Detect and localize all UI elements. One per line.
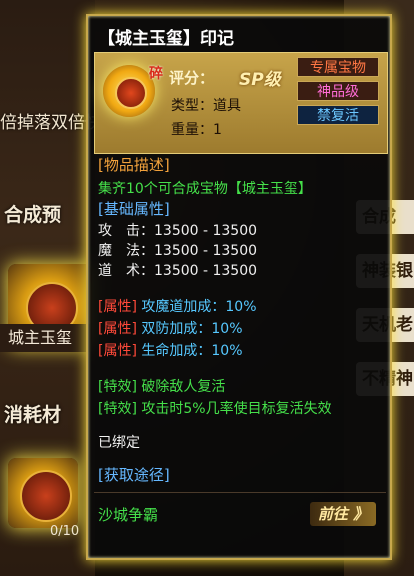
- attr-tag: [属性]: [98, 299, 137, 315]
- attr-line-3: [属性] 生命加成：10%: [98, 340, 243, 360]
- score-value: SP级: [239, 70, 281, 90]
- effect-tag: [特效]: [98, 401, 137, 417]
- attr-value: 攻魔道加成：10%: [141, 299, 257, 315]
- material-count: 0/10: [50, 524, 80, 539]
- attr-line-2: [属性] 双防加成：10%: [98, 318, 243, 338]
- material-icon[interactable]: [8, 458, 78, 528]
- type-line: 类型：道具: [171, 98, 241, 114]
- goto-button[interactable]: 前往 》: [310, 502, 376, 526]
- tag-grade: 神品级: [297, 81, 379, 101]
- effect-value: 破除敌人复活: [141, 379, 226, 395]
- source-name: 沙城争霸: [98, 506, 159, 524]
- desc-text: 集齐10个可合成宝物【城主玉玺】: [98, 181, 312, 197]
- side-item-name: 城主玉玺: [0, 324, 90, 352]
- effect-line-2: [特效] 攻击时5%几率使目标复活失效: [98, 398, 332, 418]
- base-header: [基础属性]: [98, 200, 170, 218]
- attr-taoism: 道 术：13500 - 13500: [98, 263, 258, 279]
- attr-value: 双防加成：10%: [141, 321, 243, 337]
- attr-tag: [属性]: [98, 343, 137, 359]
- weight-line: 重量：1: [171, 122, 222, 138]
- item-tooltip: 【城主玉玺】印记 碎 评分： SP级 类型：道具 重量：1 专属宝物 神品级 禁…: [86, 14, 392, 560]
- tag-exclusive: 专属宝物: [297, 57, 379, 77]
- attr-magic: 魔 法：13500 - 13500: [98, 243, 258, 259]
- attr-tag: [属性]: [98, 321, 137, 337]
- fragment-badge: 碎: [149, 66, 163, 82]
- attr-value: 生命加成：10%: [141, 343, 243, 359]
- scrolling-announcement: 倍掉落双倍快乐！: [0, 113, 136, 133]
- attr-line-1: [属性] 攻魔道加成：10%: [98, 296, 257, 316]
- desc-header: [物品描述]: [98, 156, 170, 174]
- source-header: [获取途径]: [98, 466, 170, 484]
- attr-attack: 攻 击：13500 - 13500: [98, 223, 258, 239]
- hecheng-label: 合成预: [4, 204, 62, 226]
- effect-value: 攻击时5%几率使目标复活失效: [141, 401, 332, 417]
- tooltip-title: 【城主玉玺】印记: [98, 29, 234, 49]
- score-label: 评分：: [169, 69, 215, 87]
- divider: [94, 492, 386, 493]
- item-icon: [103, 65, 155, 117]
- item-header: 碎 评分： SP级 类型：道具 重量：1 专属宝物 神品级 禁复活: [94, 52, 388, 154]
- tag-no-revive: 禁复活: [297, 105, 379, 125]
- effect-line-1: [特效] 破除敌人复活: [98, 376, 225, 396]
- effect-tag: [特效]: [98, 379, 137, 395]
- bound-status: 已绑定: [98, 435, 140, 451]
- xiaohao-label: 消耗材: [4, 404, 62, 426]
